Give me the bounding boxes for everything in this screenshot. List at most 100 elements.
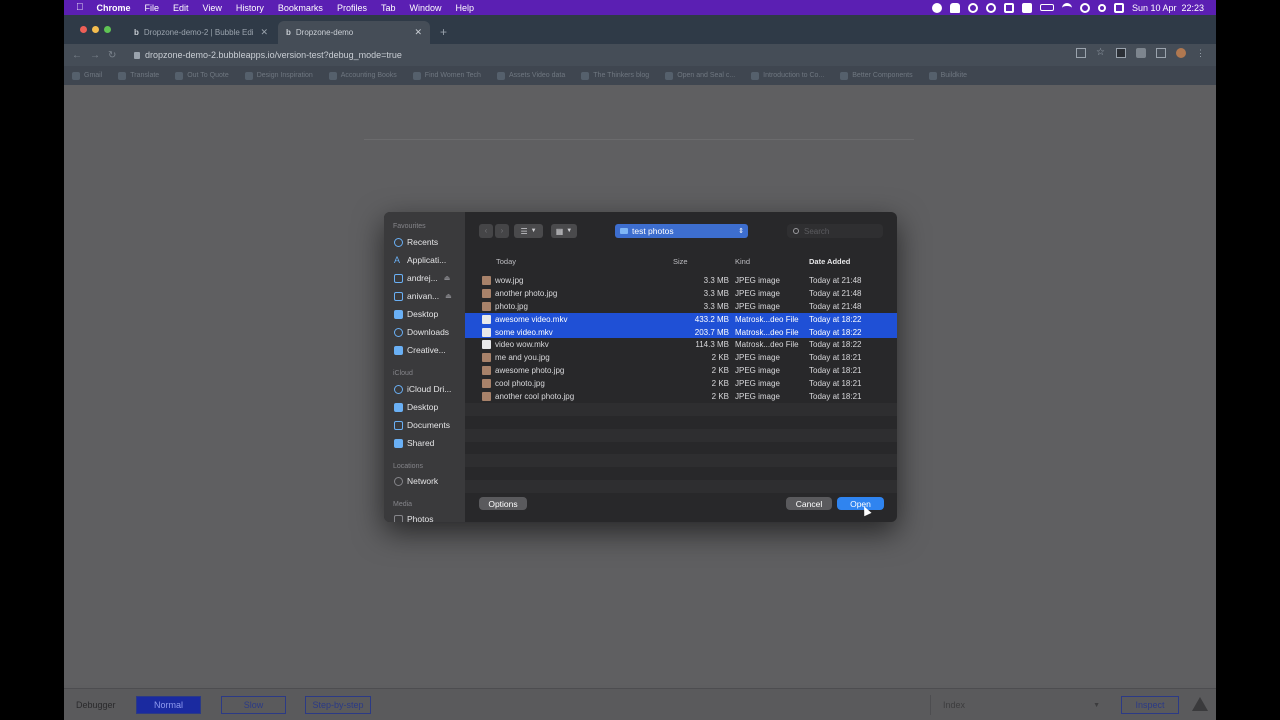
sidebar-item-desktop[interactable]: Desktop: [394, 309, 438, 319]
bookmark-item[interactable]: Better Components: [840, 71, 913, 80]
sidebar-item-applications[interactable]: A Applicati...: [394, 255, 446, 265]
sidebar-item-icloud-drive[interactable]: iCloud Dri...: [394, 384, 451, 394]
avatar[interactable]: [1176, 48, 1186, 58]
star-icon[interactable]: ☆: [1096, 48, 1106, 58]
close-icon[interactable]: ✕: [414, 27, 422, 38]
close-window-button[interactable]: [80, 26, 87, 33]
options-button[interactable]: Options: [479, 497, 527, 510]
file-row[interactable]: another cool photo.jpg 2 KB JPEG image Toda…: [465, 390, 897, 403]
bookmark-item[interactable]: Design Inspiration: [244, 71, 313, 80]
sidebar-item-anivan[interactable]: anivan... ⏏: [394, 291, 452, 301]
tab-dropzone-demo[interactable]: b Dropzone-demo ✕: [278, 21, 430, 44]
apple-icon[interactable]: : [64, 2, 90, 13]
menu-view[interactable]: View: [196, 3, 229, 13]
mode-step-button[interactable]: Step-by-step: [305, 696, 371, 714]
sidebar-item-andrej[interactable]: andrej... ⏏: [394, 273, 450, 283]
puzzle-icon[interactable]: [1136, 48, 1146, 58]
back-icon[interactable]: ‹: [479, 224, 493, 238]
wifi-icon[interactable]: [1061, 2, 1072, 13]
column-date-added[interactable]: Date Added: [809, 257, 850, 266]
bookmark-item[interactable]: Introduction to Co...: [751, 71, 824, 80]
search-field[interactable]: Search: [787, 224, 883, 238]
menu-window[interactable]: Window: [402, 3, 448, 13]
tab-bubble-editor[interactable]: b Dropzone-demo-2 | Bubble Edi ✕: [126, 21, 276, 44]
file-row[interactable]: cool photo.jpg 2 KB JPEG image Today at 18:…: [465, 377, 897, 390]
search-icon[interactable]: [1097, 3, 1106, 12]
menu-edit[interactable]: Edit: [166, 3, 196, 13]
back-icon[interactable]: ←: [72, 50, 82, 61]
sidebar-item-documents[interactable]: Documents: [394, 420, 450, 430]
file-row[interactable]: wow.jpg 3.3 MB JPEG image Today at 21:48: [465, 274, 897, 287]
menu-app[interactable]: Chrome: [90, 3, 138, 13]
sidebar-icon[interactable]: [1156, 48, 1166, 58]
file-row[interactable]: some video.mkv 203.7 MB Matrosk...deo File…: [465, 325, 897, 339]
sidebar-item-downloads[interactable]: Downloads: [394, 327, 449, 337]
zoom-window-button[interactable]: [104, 26, 111, 33]
file-row[interactable]: me and you.jpg 2 KB JPEG image Today at 18:…: [465, 351, 897, 364]
sidebar-item-icloud-desktop[interactable]: Desktop: [394, 402, 438, 412]
bookmark-item[interactable]: Out To Quote: [175, 71, 229, 80]
warning-icon[interactable]: [1192, 697, 1208, 711]
bookmark-item[interactable]: Assets Video data: [496, 71, 565, 80]
creative-cloud-icon[interactable]: [967, 2, 978, 13]
menu-tab[interactable]: Tab: [374, 3, 403, 13]
share-icon[interactable]: [1076, 48, 1086, 58]
bookmark-item[interactable]: Gmail: [72, 71, 102, 80]
sidebar-item-creative[interactable]: Creative...: [394, 345, 446, 355]
sidebar-item-photos[interactable]: Photos: [394, 514, 433, 522]
mode-normal-button[interactable]: Normal: [136, 696, 201, 714]
text-a-icon[interactable]: [1021, 2, 1032, 13]
cancel-button[interactable]: Cancel: [786, 497, 832, 510]
bookmark-item[interactable]: Translate: [118, 71, 159, 80]
index-select[interactable]: Index ▼: [930, 695, 1108, 715]
list-view-button[interactable]: ☰ ▼: [514, 224, 543, 238]
address-bar[interactable]: dropzone-demo-2.bubbleapps.io/version-te…: [134, 47, 1064, 63]
person-icon[interactable]: [949, 2, 960, 13]
sidebar-item-network[interactable]: Network: [394, 476, 438, 486]
close-icon[interactable]: ✕: [260, 27, 268, 38]
clock[interactable]: Sun 10 Apr 22:23: [1132, 3, 1204, 13]
control-center-icon[interactable]: [1113, 2, 1124, 13]
battery-icon[interactable]: [1039, 4, 1054, 11]
menu-bookmarks[interactable]: Bookmarks: [271, 3, 330, 13]
record-icon[interactable]: [931, 2, 942, 13]
new-tab-icon[interactable]: +: [440, 25, 447, 39]
menu-history[interactable]: History: [229, 3, 271, 13]
menu-help[interactable]: Help: [448, 3, 481, 13]
extension-icon[interactable]: [1116, 48, 1126, 58]
mode-slow-button[interactable]: Slow: [221, 696, 286, 714]
bookmark-icon: [412, 71, 421, 80]
column-size[interactable]: Size: [673, 257, 688, 266]
file-date-added: Today at 18:22: [809, 314, 862, 324]
column-kind[interactable]: Kind: [735, 257, 750, 266]
file-row[interactable]: another photo.jpg 3.3 MB JPEG image Today a…: [465, 287, 897, 300]
menu-file[interactable]: File: [138, 3, 167, 13]
sidebar-item-recents[interactable]: Recents: [394, 237, 438, 247]
file-row[interactable]: awesome photo.jpg 2 KB JPEG image Today at …: [465, 364, 897, 377]
bookmark-item[interactable]: Find Women Tech: [412, 71, 481, 80]
sidebar-item-shared[interactable]: Shared: [394, 438, 434, 448]
file-row[interactable]: awesome video.mkv 433.2 MB Matrosk...deo F…: [465, 312, 897, 326]
bookmark-item[interactable]: Buildkite: [928, 71, 967, 80]
bookmark-item[interactable]: Accounting Books: [328, 71, 397, 80]
user-switch-icon[interactable]: [1079, 2, 1090, 13]
shared-folder-icon: [394, 438, 403, 448]
forward-icon[interactable]: →: [90, 50, 100, 61]
folder-selector[interactable]: test photos ⇕: [615, 224, 748, 238]
reload-icon[interactable]: ↻: [108, 50, 116, 61]
bookmark-item[interactable]: Open and Seal c...: [665, 71, 735, 80]
bookmark-app-icon[interactable]: [1003, 2, 1014, 13]
bookmark-item[interactable]: The Thinkers blog: [581, 71, 649, 80]
file-row[interactable]: video wow.mkv 114.3 MB Matrosk...deo File T…: [465, 338, 897, 351]
grammarly-icon[interactable]: [985, 2, 996, 13]
eject-icon[interactable]: ⏏: [445, 292, 452, 300]
minimize-window-button[interactable]: [92, 26, 99, 33]
file-row[interactable]: photo.jpg 3.3 MB JPEG image Today at 21:48: [465, 300, 897, 313]
inspect-button[interactable]: Inspect: [1121, 696, 1179, 714]
column-name[interactable]: Today: [496, 257, 516, 266]
more-icon[interactable]: ⋮: [1196, 48, 1206, 58]
menu-profiles[interactable]: Profiles: [330, 3, 374, 13]
forward-icon[interactable]: ›: [495, 224, 509, 238]
grid-view-button[interactable]: ▦ ▼: [551, 224, 577, 238]
eject-icon[interactable]: ⏏: [444, 274, 451, 282]
